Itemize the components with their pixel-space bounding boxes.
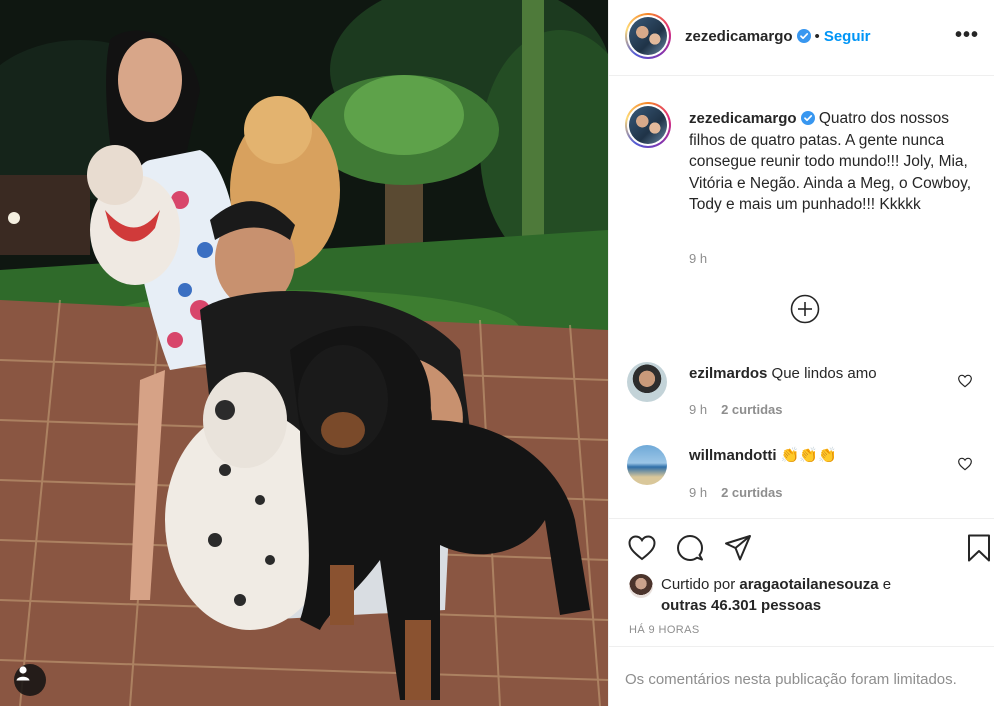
post-side-panel: zezedicamargo • Seguir ••• zezedicamargo Q… [608,0,994,706]
comment-like-heart-icon[interactable] [957,373,973,389]
comment-meta: 9 h 2 curtidas [689,402,783,417]
more-options-icon[interactable]: ••• [955,24,979,47]
comment-text-line: ezilmardos Que lindos amo [689,365,877,382]
user-tag-button[interactable] [14,664,46,696]
caption-text-block: zezedicamargo Quatro dos nossos filhos d… [689,108,979,216]
heart-icon[interactable] [627,533,657,563]
action-bar [609,518,994,578]
user-tag-icon [16,666,30,681]
comment-text: Que lindos amo [771,365,877,382]
bookmark-icon[interactable] [964,533,994,563]
caption-avatar[interactable] [625,102,671,148]
caption-time[interactable]: 9 h [689,251,707,266]
verified-badge-icon [796,29,811,43]
comment-icon[interactable] [675,533,705,563]
comments-limited-notice: Os comentários nesta publicação foram li… [609,646,994,706]
post-time-ago[interactable]: HÁ 9 HORAS [629,624,700,636]
post-photo[interactable] [0,0,608,706]
likes-conjunction: e [882,576,892,593]
author-avatar[interactable] [625,13,671,59]
verified-badge-icon [800,111,815,125]
likes-text: Curtido por aragaotailanesouza e outras … [661,574,981,616]
load-more-comments-icon[interactable] [790,294,820,324]
comments-limited-text: Os comentários nesta publicação foram li… [625,671,957,688]
comment-likes[interactable]: 2 curtidas [721,402,782,417]
header-separator: • [814,28,820,45]
comment-likes[interactable]: 2 curtidas [721,485,782,500]
comment-text-line: willmandotti 👏👏👏 [689,446,837,464]
commenter-username-link[interactable]: willmandotti [689,447,777,464]
comment-like-heart-icon[interactable] [957,456,973,472]
share-icon[interactable] [723,533,753,563]
likes-others-link[interactable]: outras 46.301 pessoas [661,597,821,614]
liker-username-link[interactable]: aragaotailanesouza [739,576,878,593]
comment-time[interactable]: 9 h [689,485,707,500]
header-user-line: zezedicamargo • Seguir [685,28,871,45]
author-username-link[interactable]: zezedicamargo [685,28,793,45]
comment-time[interactable]: 9 h [689,402,707,417]
liker-avatar[interactable] [629,574,653,598]
comment-item: willmandotti 👏👏👏 9 h 2 curtidas [609,441,994,511]
photo-illustration [0,0,608,706]
likes-summary: Curtido por aragaotailanesouza e outras … [609,570,994,620]
commenter-avatar[interactable] [627,362,667,402]
caption-username-link[interactable]: zezedicamargo [689,110,797,127]
comment-item: ezilmardos Que lindos amo 9 h 2 curtidas [609,358,994,428]
follow-button[interactable]: Seguir [824,28,871,45]
post-header: zezedicamargo • Seguir ••• [609,0,994,76]
comment-text: 👏👏👏 [780,447,837,464]
commenter-username-link[interactable]: ezilmardos [689,365,767,382]
commenter-avatar[interactable] [627,445,667,485]
comment-meta: 9 h 2 curtidas [689,485,783,500]
likes-prefix: Curtido por [661,576,736,593]
